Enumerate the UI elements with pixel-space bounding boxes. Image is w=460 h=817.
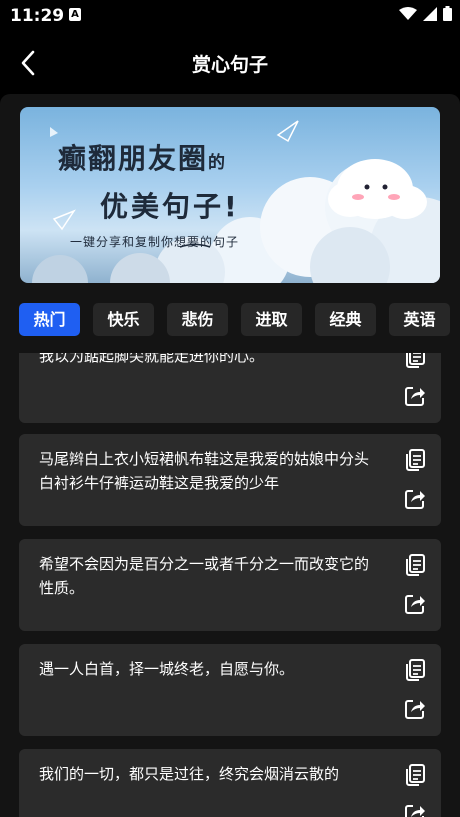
- tab-sad[interactable]: 悲伤: [167, 303, 228, 336]
- copy-icon[interactable]: [403, 448, 427, 472]
- copy-icon[interactable]: [403, 658, 427, 682]
- share-icon[interactable]: [403, 697, 427, 721]
- page-title: 赏心句子: [191, 54, 268, 76]
- tab-progress[interactable]: 进取: [241, 303, 302, 336]
- sentence-text: 我以为踮起脚尖就能走进你的心。: [39, 353, 265, 365]
- share-icon[interactable]: [403, 384, 427, 408]
- tab-hot[interactable]: 热门: [19, 303, 80, 336]
- banner-headline-1: 癫翻朋友圈的: [58, 137, 227, 177]
- app-bar: 赏心句子: [0, 32, 460, 94]
- battery-icon: [443, 6, 452, 21]
- status-time: 11:29: [10, 6, 65, 26]
- list-item: 我以为踮起脚尖就能走进你的心。: [19, 353, 441, 423]
- signal-icon: [423, 6, 437, 21]
- banner-headline-suffix: 的: [208, 153, 228, 173]
- status-bar: 11:29 A: [0, 0, 460, 32]
- banner-headline-2: 优美句子!: [100, 190, 240, 223]
- list-item: 马尾辫白上衣小短裙帆布鞋这是我爱的姑娘中分头白衬衫牛仔裤运动鞋这是我爱的少年: [19, 434, 441, 526]
- list-item: 遇一人白首，择一城终老，自愿与你。: [19, 644, 441, 736]
- sentence-list[interactable]: 我以为踮起脚尖就能走进你的心。 马尾辫白上衣小短裙帆布鞋这是我爱的姑娘中分头白衬…: [0, 353, 460, 817]
- status-icons: [399, 6, 452, 21]
- sentence-text: 我们的一切，都只是过往，终究会烟消云散的: [39, 765, 340, 783]
- share-icon[interactable]: [403, 487, 427, 511]
- copy-icon[interactable]: [403, 763, 427, 787]
- copy-icon[interactable]: [403, 553, 427, 577]
- tab-classic[interactable]: 经典: [315, 303, 376, 336]
- wifi-icon: [399, 6, 417, 20]
- share-icon[interactable]: [403, 592, 427, 616]
- sentence-text: 希望不会因为是百分之一或者千分之一而改变它的性质。: [39, 555, 370, 597]
- tab-english[interactable]: 英语: [389, 303, 450, 336]
- list-item: 希望不会因为是百分之一或者千分之一而改变它的性质。: [19, 539, 441, 631]
- sentence-text: 遇一人白首，择一城终老，自愿与你。: [39, 660, 295, 678]
- copy-icon[interactable]: [403, 353, 427, 369]
- banner-headline-main: 癫翻朋友圈: [58, 142, 209, 175]
- list-item: 我们的一切，都只是过往，终究会烟消云散的: [19, 749, 441, 817]
- main-content: 癫翻朋友圈的 优美句子! 一键分享和复制你想要的句子 热门 快乐 悲伤 进取 经…: [0, 94, 460, 817]
- banner-subtitle: 一键分享和复制你想要的句子: [70, 235, 240, 249]
- tab-happy[interactable]: 快乐: [93, 303, 154, 336]
- notification-icon: A: [69, 8, 81, 21]
- category-tabs: 热门 快乐 悲伤 进取 经典 英语: [19, 303, 460, 336]
- banner-image[interactable]: 癫翻朋友圈的 优美句子! 一键分享和复制你想要的句子: [20, 107, 440, 283]
- sentence-text: 马尾辫白上衣小短裙帆布鞋这是我爱的姑娘中分头白衬衫牛仔裤运动鞋这是我爱的少年: [39, 450, 370, 492]
- share-icon[interactable]: [403, 802, 427, 817]
